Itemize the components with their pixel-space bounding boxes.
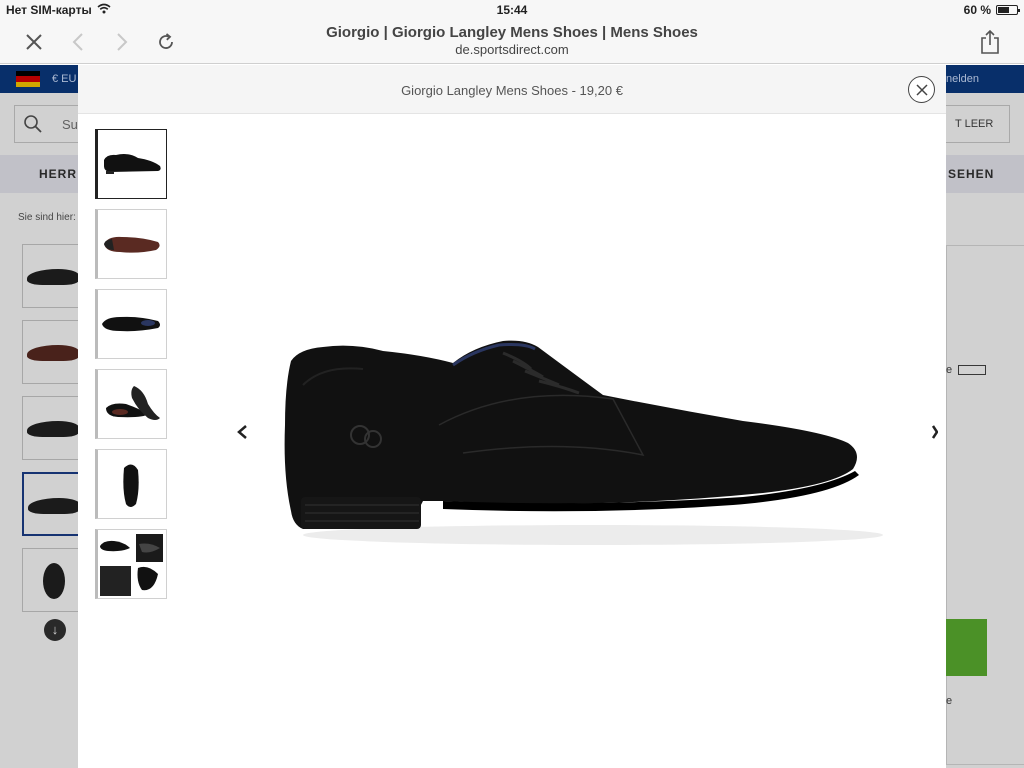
modal-header: Giorgio Langley Mens Shoes - 19,20 € bbox=[78, 65, 946, 114]
thumbnail-front[interactable] bbox=[95, 449, 167, 519]
battery-percentage: 60 % bbox=[963, 3, 991, 17]
browser-toolbar: Giorgio | Giorgio Langley Mens Shoes | M… bbox=[0, 20, 1024, 64]
close-circle-icon[interactable] bbox=[908, 76, 935, 103]
chevron-right-icon[interactable] bbox=[106, 26, 138, 58]
thumbnail-collage[interactable] bbox=[95, 529, 167, 599]
thumbnail-strip bbox=[95, 129, 167, 609]
thumbnail-pair[interactable] bbox=[95, 369, 167, 439]
share-icon[interactable] bbox=[974, 26, 1006, 58]
status-time: 15:44 bbox=[496, 3, 528, 17]
thumbnail-side[interactable] bbox=[95, 129, 167, 199]
main-product-image bbox=[263, 325, 893, 560]
reload-icon[interactable] bbox=[150, 26, 182, 58]
battery-level bbox=[998, 7, 1009, 13]
thumbnail-top[interactable] bbox=[95, 289, 167, 359]
page-title: Giorgio | Giorgio Langley Mens Shoes | M… bbox=[326, 24, 698, 41]
thumbnail-sole[interactable] bbox=[95, 209, 167, 279]
arrow-right-icon[interactable] bbox=[931, 425, 939, 444]
status-bar: Нет SIM-карты 15:44 60 % bbox=[0, 0, 1024, 20]
chevron-left-icon[interactable] bbox=[62, 26, 94, 58]
modal-title: Giorgio Langley Mens Shoes - 19,20 € bbox=[401, 83, 623, 98]
battery-icon bbox=[996, 5, 1020, 15]
page-url: de.sportsdirect.com bbox=[455, 42, 569, 57]
page-title-area[interactable]: Giorgio | Giorgio Langley Mens Shoes | M… bbox=[250, 24, 774, 57]
image-viewer-modal: Giorgio Langley Mens Shoes - 19,20 € bbox=[78, 65, 946, 768]
battery-status: 60 % bbox=[963, 3, 1020, 17]
arrow-left-icon[interactable] bbox=[236, 425, 248, 444]
close-icon[interactable] bbox=[18, 26, 50, 58]
